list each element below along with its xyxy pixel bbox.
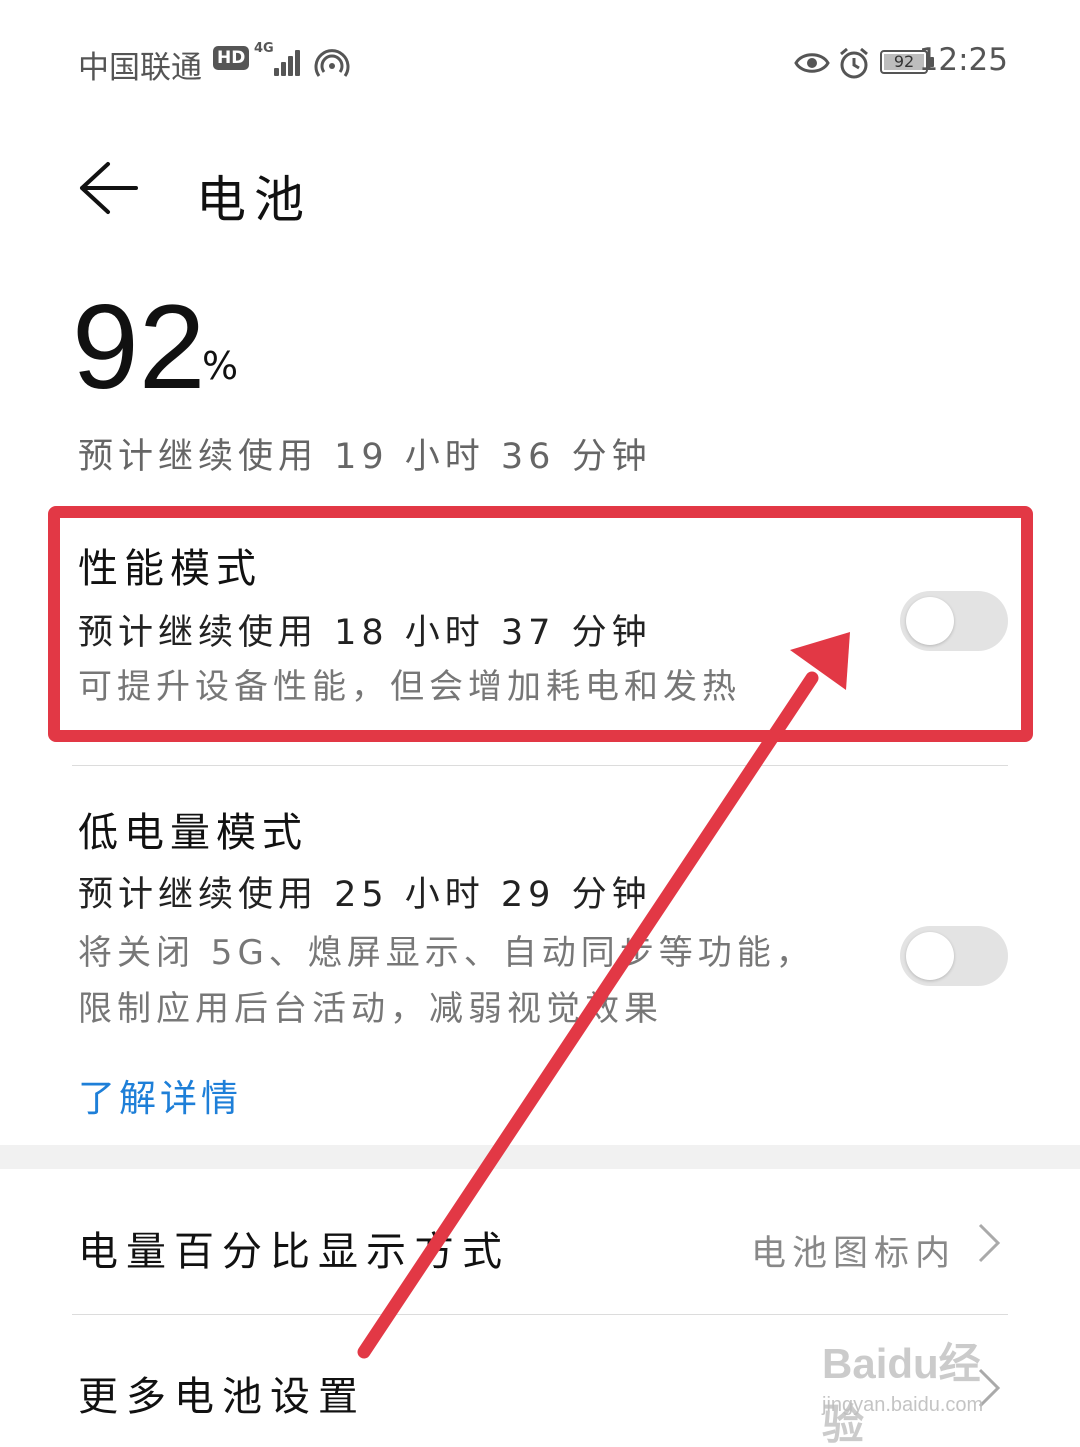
status-bar: 中国联通 HD 4G 92 12:25 [78, 38, 1008, 88]
toggle-knob [906, 597, 954, 645]
low-power-mode-remaining: 预计继续使用 25 小时 29 分钟 [78, 875, 652, 915]
performance-mode-title: 性能模式 [78, 546, 262, 592]
hotspot-icon [314, 49, 350, 77]
alarm-icon [840, 47, 868, 79]
percentage-display-value: 电池图标内 [750, 1234, 956, 1274]
back-arrow-icon[interactable] [76, 156, 140, 220]
divider [72, 765, 1008, 766]
watermark-logo: Baidu经验 [822, 1340, 981, 1447]
hd-badge: HD [213, 46, 250, 70]
baidu-watermark: Baidu经验 jingyan.baidu.com [822, 1330, 1022, 1447]
section-separator [0, 1145, 1080, 1169]
divider [72, 1314, 1008, 1315]
percent-sign: % [202, 344, 239, 388]
performance-mode-remaining: 预计继续使用 18 小时 37 分钟 [78, 613, 652, 653]
low-power-mode-description-2: 限制应用后台活动，减弱视觉效果 [78, 989, 663, 1029]
eye-icon [794, 53, 830, 73]
watermark-url: jingyan.baidu.com [822, 1394, 984, 1416]
low-power-mode-toggle[interactable] [900, 926, 1008, 986]
percentage-display-label: 电量百分比显示方式 [78, 1229, 510, 1275]
performance-mode-description: 可提升设备性能，但会增加耗电和发热 [78, 667, 741, 707]
status-right: 92 12:25 [748, 42, 1008, 86]
performance-mode-toggle[interactable] [900, 591, 1008, 651]
battery-percent: 92 [72, 280, 206, 414]
percentage-display-row[interactable]: 电量百分比显示方式 电池图标内 [0, 1175, 1080, 1315]
more-battery-settings-label: 更多电池设置 [78, 1374, 366, 1420]
learn-more-link[interactable]: 了解详情 [78, 1068, 242, 1122]
remaining-time: 预计继续使用 19 小时 36 分钟 [78, 437, 652, 477]
clock: 12:25 [918, 42, 1008, 78]
toggle-knob [906, 932, 954, 980]
low-power-mode-description-1: 将关闭 5G、熄屏显示、自动同步等功能， [78, 933, 815, 973]
battery-settings-screen: 中国联通 HD 4G 92 12:25 电池 92 % 预计继续使用 19 小时… [0, 0, 1080, 1447]
carrier-name: 中国联通 [78, 50, 202, 86]
signal-icon [274, 46, 306, 76]
network-type: 4G [254, 41, 274, 56]
chevron-right-icon [978, 1223, 1001, 1263]
page-title: 电池 [196, 171, 312, 229]
low-power-mode-title: 低电量模式 [78, 810, 308, 856]
